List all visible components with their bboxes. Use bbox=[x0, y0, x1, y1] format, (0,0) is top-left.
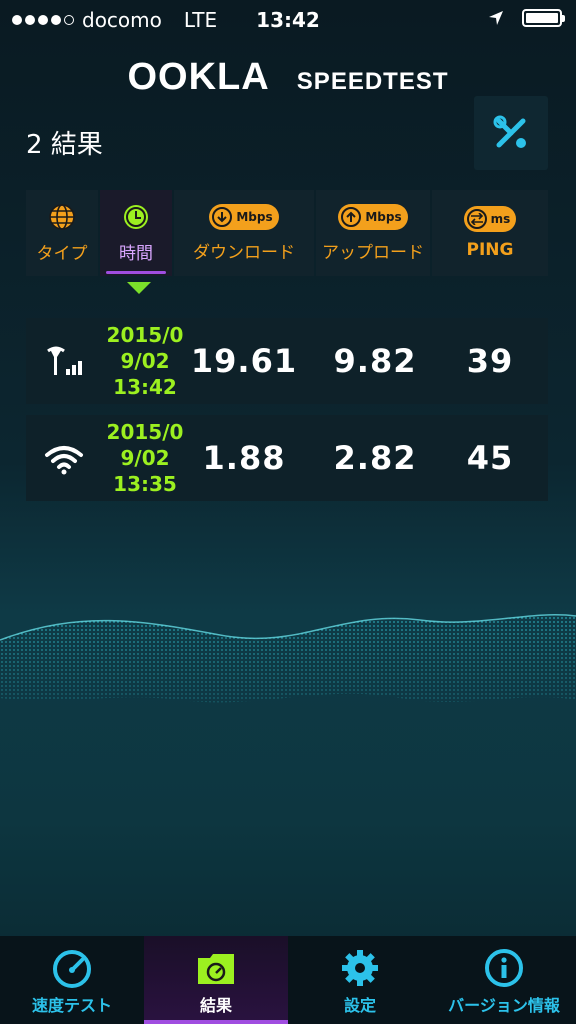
status-right bbox=[488, 9, 565, 27]
ping-value: 39 bbox=[466, 342, 514, 380]
download-arrow-icon bbox=[212, 206, 233, 227]
tools-button[interactable] bbox=[474, 96, 548, 170]
cellular-signal-icon bbox=[42, 342, 86, 382]
sort-indicator-icon bbox=[127, 282, 151, 294]
sort-tabs: タイプ 時間 Mbps ダウンロード Mbps アップロード ms PING bbox=[26, 190, 548, 276]
tab-upload[interactable]: Mbps アップロード bbox=[316, 190, 430, 276]
result-date: 2015/0 9/02 13:42 bbox=[92, 318, 198, 404]
upload-value: 2.82 bbox=[333, 439, 417, 477]
logo-ookla: OOKLA bbox=[127, 56, 270, 98]
app-logo: OOKLA SPEEDTEST bbox=[0, 56, 576, 99]
ping-pill: ms bbox=[463, 206, 517, 232]
tab-time[interactable]: 時間 bbox=[100, 190, 172, 276]
tab-ping[interactable]: ms PING bbox=[432, 190, 548, 276]
upload-arrow-icon bbox=[341, 206, 362, 227]
ping-unit: ms bbox=[490, 212, 511, 226]
bottom-nav: 速度テスト 結果 設定 バージョン情報 bbox=[0, 936, 576, 1024]
nav-speed-test-label: 速度テスト bbox=[31, 996, 112, 1015]
date-line-3: 13:42 bbox=[113, 375, 177, 399]
nav-results[interactable]: 結果 bbox=[144, 936, 288, 1024]
speedometer-icon bbox=[53, 950, 91, 988]
upload-unit: Mbps bbox=[365, 209, 402, 224]
tab-time-label: 時間 bbox=[119, 243, 153, 264]
nav-about[interactable]: バージョン情報 bbox=[432, 936, 576, 1024]
clock-icon bbox=[124, 204, 148, 229]
battery-icon bbox=[522, 9, 565, 27]
wifi-icon bbox=[42, 439, 86, 479]
date-line-2: 9/02 bbox=[120, 349, 170, 373]
info-icon bbox=[485, 949, 523, 987]
date-line-1: 2015/0 bbox=[106, 323, 184, 347]
download-pill: Mbps bbox=[209, 203, 279, 230]
status-bar: docomo LTE 13:42 bbox=[0, 0, 576, 40]
globe-icon bbox=[49, 203, 75, 230]
tab-type-label: タイプ bbox=[36, 243, 88, 264]
results-count: 2 結果 bbox=[26, 130, 103, 160]
nav-speed-test[interactable]: 速度テスト bbox=[0, 936, 144, 1024]
tab-type[interactable]: タイプ bbox=[26, 190, 98, 276]
date-line-1: 2015/0 bbox=[106, 420, 184, 444]
result-row[interactable]: 2015/0 9/02 13:42 19.61 9.82 39 bbox=[26, 318, 548, 404]
tools-icon bbox=[493, 115, 526, 148]
tab-download-label: ダウンロード bbox=[193, 242, 295, 263]
location-arrow-icon bbox=[489, 11, 503, 25]
tab-download[interactable]: Mbps ダウンロード bbox=[174, 190, 314, 276]
background-wave bbox=[0, 614, 576, 703]
ping-value: 45 bbox=[466, 439, 514, 477]
result-row[interactable]: 2015/0 9/02 13:35 1.88 2.82 45 bbox=[26, 415, 548, 501]
date-line-2: 9/02 bbox=[120, 446, 170, 470]
download-value: 1.88 bbox=[202, 439, 286, 477]
nav-results-label: 結果 bbox=[199, 996, 232, 1015]
gear-icon bbox=[342, 950, 378, 986]
nav-about-label: バージョン情報 bbox=[448, 996, 560, 1015]
date-line-3: 13:35 bbox=[113, 472, 177, 496]
nav-settings-label: 設定 bbox=[343, 996, 376, 1015]
nav-settings[interactable]: 設定 bbox=[288, 936, 432, 1024]
tab-upload-label: アップロード bbox=[322, 242, 424, 263]
upload-value: 9.82 bbox=[333, 342, 417, 380]
download-unit: Mbps bbox=[236, 209, 273, 224]
result-date: 2015/0 9/02 13:35 bbox=[92, 415, 198, 501]
logo-speedtest: SPEEDTEST bbox=[296, 68, 449, 95]
tab-ping-label: PING bbox=[466, 240, 514, 260]
ping-arrows-icon bbox=[466, 209, 487, 229]
download-value: 19.61 bbox=[190, 342, 298, 380]
upload-pill: Mbps bbox=[338, 203, 408, 230]
folder-icon bbox=[198, 954, 234, 984]
